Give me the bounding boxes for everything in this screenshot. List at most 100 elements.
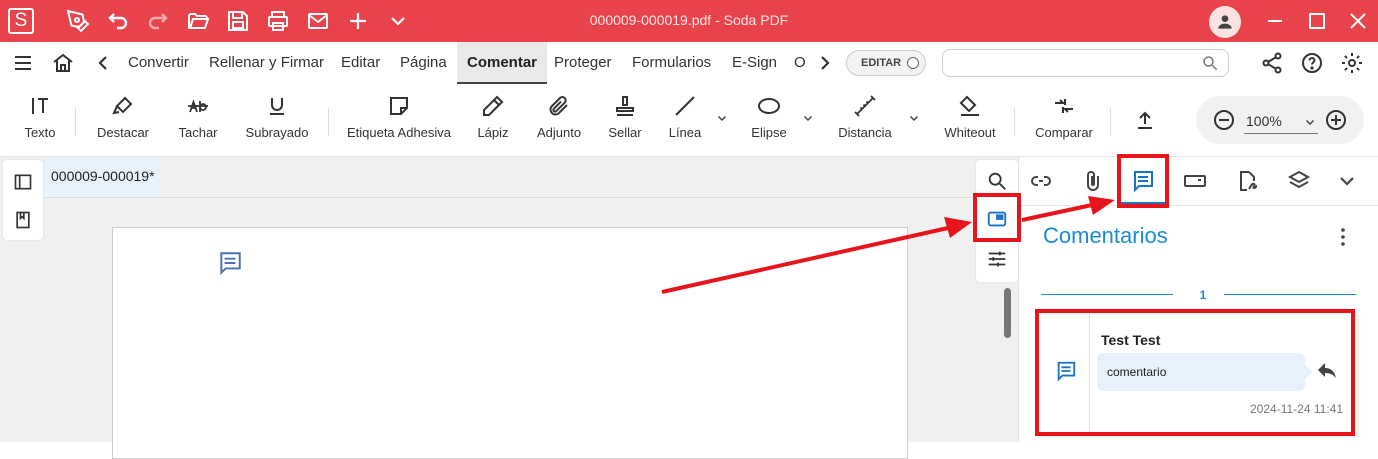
- search-icon[interactable]: [986, 170, 1008, 192]
- settings-gear-icon[interactable]: [1340, 51, 1364, 75]
- home-icon[interactable]: [51, 51, 75, 75]
- sticky-note-icon: [390, 97, 408, 115]
- comment-card[interactable]: Test Test comentario 2024-11-24 11:41: [1039, 314, 1357, 434]
- toggle-knob: [907, 57, 919, 69]
- document-tab[interactable]: 000009-000019*: [44, 157, 162, 197]
- whiteout-label: Whiteout: [944, 125, 996, 140]
- tab-pagina[interactable]: Página: [400, 42, 447, 84]
- distancia-dropdown-icon[interactable]: [908, 112, 920, 124]
- minimize-icon[interactable]: [1263, 9, 1287, 33]
- maximize-icon[interactable]: [1305, 9, 1329, 33]
- mail-icon[interactable]: [306, 9, 330, 33]
- tab-esign[interactable]: E-Sign: [732, 42, 777, 84]
- tab-overflow[interactable]: Ot: [794, 42, 806, 84]
- comparar-tool[interactable]: Comparar: [1028, 84, 1100, 156]
- page-group-number: 1: [1199, 288, 1207, 302]
- lapiz-tool[interactable]: Lápiz: [470, 84, 516, 156]
- comments-list-icon[interactable]: [1131, 169, 1155, 193]
- subrayado-tool[interactable]: Subrayado: [238, 84, 316, 156]
- attachment-icon[interactable]: [1081, 169, 1105, 193]
- search-icon[interactable]: [1201, 54, 1219, 72]
- panel-toggle-icon[interactable]: [13, 172, 33, 192]
- tab-convertir[interactable]: Convertir: [128, 42, 189, 84]
- title-bar: S 000009-000019.pdf - Soda PDF: [0, 0, 1378, 42]
- comment-text-bubble[interactable]: comentario: [1097, 353, 1313, 391]
- comment-timestamp: 2024-11-24 11:41: [1250, 402, 1343, 416]
- comments-panel-icon[interactable]: [986, 208, 1008, 230]
- share-icon[interactable]: [1260, 51, 1284, 75]
- sellar-tool[interactable]: Sellar: [602, 84, 648, 156]
- chevron-down-icon[interactable]: [386, 9, 410, 33]
- link-icon[interactable]: [1029, 169, 1053, 193]
- pdf-page[interactable]: [112, 227, 908, 459]
- linea-dropdown-icon[interactable]: [716, 112, 728, 124]
- distancia-tool[interactable]: Distancia: [832, 84, 898, 156]
- form-field-icon[interactable]: [1183, 169, 1207, 193]
- undo-icon[interactable]: [106, 9, 130, 33]
- texto-tool[interactable]: Texto: [16, 84, 64, 156]
- ruler-distance-icon: [854, 95, 876, 117]
- pen-tool-icon[interactable]: [66, 9, 90, 33]
- tab-comentar[interactable]: Comentar: [457, 42, 548, 84]
- right-tool-rail: [976, 160, 1018, 282]
- print-icon[interactable]: [266, 9, 290, 33]
- close-icon[interactable]: [1346, 9, 1370, 33]
- menu-bar: Convertir Rellenar y Firmar Editar Págin…: [0, 42, 1378, 85]
- elipse-label: Elipse: [751, 125, 787, 140]
- upload-icon[interactable]: [1133, 108, 1157, 132]
- adjunto-label: Adjunto: [536, 125, 582, 140]
- tachar-label: Tachar: [178, 125, 218, 140]
- highlighter-icon: [112, 96, 133, 115]
- open-folder-icon[interactable]: [186, 9, 210, 33]
- toolbar-separator: [1110, 108, 1111, 136]
- zoom-select[interactable]: 100%: [1244, 109, 1318, 134]
- bookmark-icon[interactable]: [13, 210, 33, 230]
- reply-icon[interactable]: [1315, 358, 1339, 382]
- panel-title: Comentarios: [1043, 223, 1168, 248]
- card-divider: [1089, 314, 1090, 434]
- adjunto-tool[interactable]: Adjunto: [530, 84, 588, 156]
- zoom-out-icon[interactable]: [1212, 108, 1236, 132]
- elipse-tool[interactable]: Elipse: [744, 84, 794, 156]
- lapiz-label: Lápiz: [477, 125, 509, 140]
- editar-toggle-label: EDITAR: [861, 57, 902, 69]
- editar-toggle[interactable]: EDITAR: [846, 50, 926, 76]
- chevron-down-icon[interactable]: [1335, 169, 1359, 193]
- search-input[interactable]: [942, 49, 1229, 77]
- distancia-label: Distancia: [838, 125, 892, 140]
- plus-icon[interactable]: [346, 9, 370, 33]
- layers-icon[interactable]: [1287, 169, 1311, 193]
- redo-icon[interactable]: [146, 9, 170, 33]
- elipse-dropdown-icon[interactable]: [802, 112, 814, 124]
- etiqueta-adhesiva-tool[interactable]: Etiqueta Adhesiva: [340, 84, 458, 156]
- hamburger-menu-icon[interactable]: [11, 51, 35, 75]
- chevron-right-icon[interactable]: [813, 51, 837, 75]
- destacar-tool[interactable]: Destacar: [88, 84, 158, 156]
- texto-label: Texto: [24, 125, 56, 140]
- tab-proteger[interactable]: Proteger: [554, 42, 612, 84]
- zoom-in-icon[interactable]: [1324, 108, 1348, 132]
- text-tool-icon: [32, 98, 48, 114]
- strikethrough-icon: [188, 99, 208, 113]
- tab-editar[interactable]: Editar: [341, 42, 380, 84]
- signed-document-icon[interactable]: [1235, 169, 1259, 193]
- more-options-icon[interactable]: [1331, 225, 1355, 249]
- filter-sliders-icon[interactable]: [986, 248, 1008, 270]
- chevron-left-icon[interactable]: [91, 51, 115, 75]
- toolbar-separator: [1014, 108, 1015, 136]
- tachar-tool[interactable]: Tachar: [170, 84, 226, 156]
- user-avatar[interactable]: [1209, 6, 1241, 38]
- linea-tool[interactable]: Línea: [662, 84, 708, 156]
- save-icon[interactable]: [226, 9, 250, 33]
- comment-note-icon[interactable]: [217, 250, 243, 276]
- comment-toolbar: Texto Destacar Tachar Subrayado Etiqueta…: [0, 84, 1378, 157]
- toolbar-separator: [328, 108, 329, 136]
- etiqueta-adhesiva-label: Etiqueta Adhesiva: [346, 125, 452, 140]
- tab-formularios[interactable]: Formularios: [632, 42, 711, 84]
- vertical-scrollbar[interactable]: [1004, 288, 1011, 338]
- subrayado-label: Subrayado: [245, 125, 309, 140]
- tab-rellenar-firmar[interactable]: Rellenar y Firmar: [209, 42, 324, 84]
- whiteout-tool[interactable]: Whiteout: [938, 84, 1002, 156]
- pencil-icon: [483, 95, 504, 116]
- help-icon[interactable]: [1300, 51, 1324, 75]
